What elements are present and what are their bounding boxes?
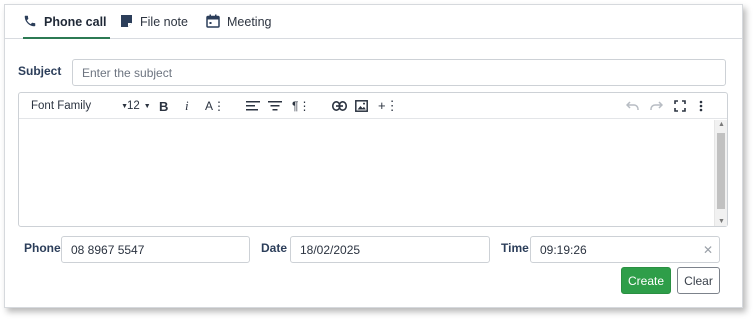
rich-text-editor: Font Family ▼ 12 ▼ B i A⋮ ¶⋮ +⋮ ▲ ▼ [18,92,728,227]
bold-button[interactable]: B [159,97,168,115]
phone-label: Phone [24,241,61,255]
subject-label: Subject [18,64,62,78]
tab-label: File note [140,15,188,29]
align-left-icon[interactable] [246,97,260,115]
tab-file-note[interactable]: File note [120,14,188,39]
italic-button[interactable]: i [185,97,189,115]
time-label: Time [501,241,529,255]
link-icon[interactable] [332,97,347,115]
undo-icon[interactable] [626,97,639,115]
file-note-icon [120,14,133,28]
clear-button[interactable]: Clear [677,267,720,294]
date-label: Date [261,241,288,255]
scroll-up-icon[interactable]: ▲ [718,121,725,128]
phone-input[interactable] [61,236,250,263]
tab-label: Phone call [44,15,107,29]
more-options-icon[interactable] [699,97,703,115]
clear-time-icon[interactable]: ✕ [703,243,713,257]
time-input[interactable] [530,236,720,263]
editor-content-area[interactable] [19,120,713,226]
font-format-button[interactable]: A⋮ [205,97,225,115]
font-family-value: Font Family [31,100,92,112]
image-icon[interactable] [355,97,368,115]
scroll-down-icon[interactable]: ▼ [718,218,725,225]
tab-phone-call[interactable]: Phone call [23,14,110,39]
paragraph-format-button[interactable]: ¶⋮ [292,97,310,115]
fullscreen-icon[interactable] [674,97,686,115]
tab-meeting[interactable]: Meeting [206,14,271,39]
chevron-down-icon: ▼ [143,102,151,110]
editor-toolbar: Font Family ▼ 12 ▼ B i A⋮ ¶⋮ +⋮ [19,93,727,119]
font-size-select[interactable]: 12 ▼ [127,97,151,115]
tab-label: Meeting [227,15,272,29]
redo-icon[interactable] [650,97,663,115]
font-family-select[interactable]: Font Family ▼ [31,97,128,115]
insert-more-button[interactable]: +⋮ [378,97,399,115]
align-center-icon[interactable] [268,97,282,115]
date-input[interactable] [290,236,490,263]
scrollbar-thumb[interactable] [717,133,725,209]
interaction-form-card: Phone call File note Meeting Subject Fon… [4,4,743,308]
create-button[interactable]: Create [621,267,671,294]
editor-scrollbar[interactable]: ▲ ▼ [714,120,727,226]
calendar-icon [206,14,220,28]
font-size-value: 12 [127,100,140,112]
tab-bar: Phone call File note Meeting [5,5,742,39]
phone-icon [23,14,37,28]
subject-input[interactable] [72,59,726,86]
